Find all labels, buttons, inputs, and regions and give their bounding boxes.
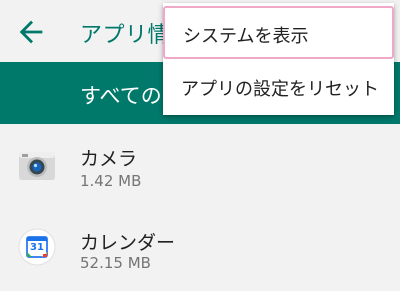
menu-item-show-system[interactable]: システムを表示 — [163, 6, 394, 59]
menu-item-label: アプリの設定をリセット — [181, 79, 379, 100]
overflow-menu: システムを表示 アプリの設定をリセット — [163, 3, 394, 115]
app-size: 52.15 MB — [80, 254, 151, 272]
app-list-item-camera[interactable]: カメラ 1.42 MB — [0, 124, 400, 204]
camera-icon — [18, 146, 56, 184]
app-list-item-calendar[interactable]: 31 カレンダー 52.15 MB — [0, 204, 400, 284]
page-title: アプリ情 — [80, 23, 171, 48]
menu-item-reset-app-preferences[interactable]: アプリの設定をリセット — [163, 61, 394, 114]
app-name: カレンダー — [80, 232, 176, 254]
calendar-icon-date: 31 — [30, 242, 44, 253]
app-size: 1.42 MB — [80, 172, 142, 190]
app-name: カメラ — [80, 148, 138, 170]
menu-item-label: システムを表示 — [183, 26, 309, 47]
arrow-back-icon — [19, 20, 43, 44]
calendar-icon: 31 — [18, 228, 56, 266]
filter-dropdown-label[interactable]: すべての — [80, 80, 162, 110]
back-button[interactable] — [14, 15, 48, 49]
